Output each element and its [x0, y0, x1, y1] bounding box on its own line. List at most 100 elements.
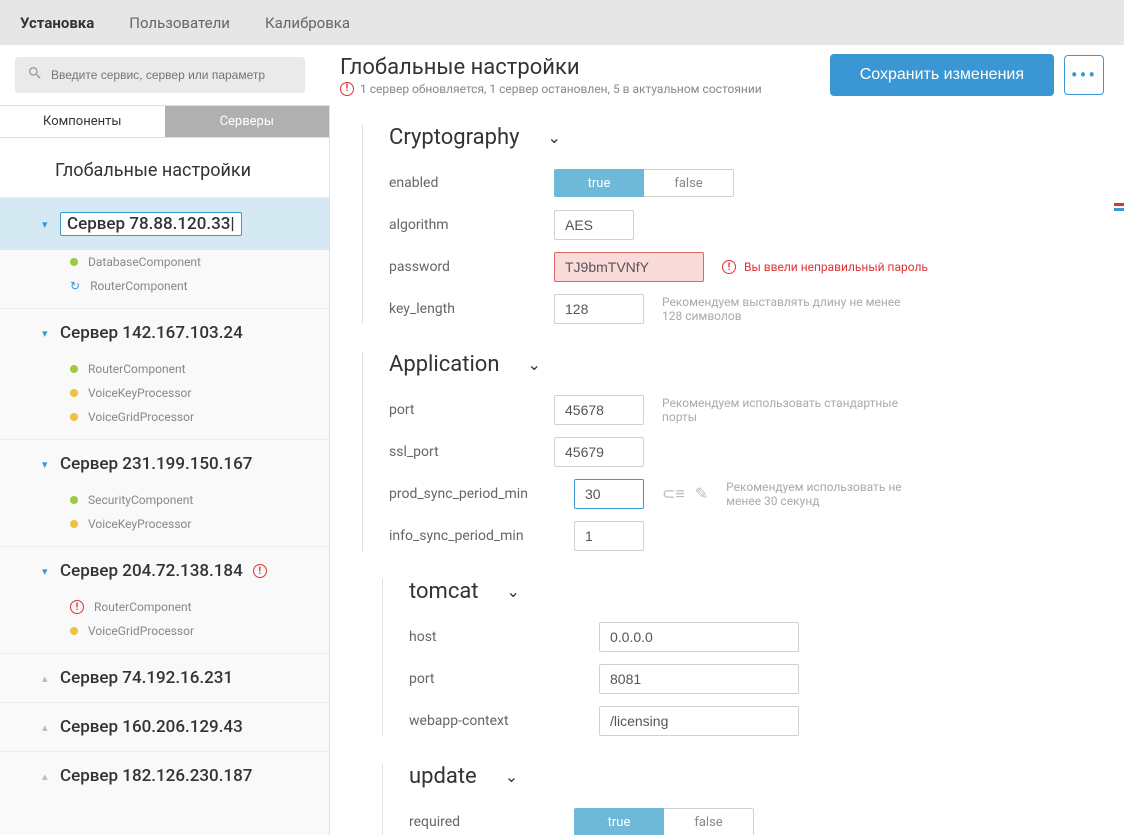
- server-item[interactable]: ▴ Сервер 160.206.129.43: [0, 703, 329, 751]
- status-text: 1 сервер обновляется, 1 сервер остановле…: [360, 82, 762, 96]
- reset-icon[interactable]: ⊂≡: [662, 484, 685, 504]
- label-enabled: enabled: [389, 175, 554, 191]
- save-button[interactable]: Сохранить изменения: [830, 54, 1054, 96]
- sync-icon: ↻: [70, 279, 80, 293]
- input-host[interactable]: [599, 622, 799, 652]
- sidebar-global-settings[interactable]: Глобальные настройки: [0, 138, 329, 197]
- component-name: RouterComponent: [90, 279, 188, 293]
- status-dot: [70, 627, 78, 635]
- component-name: VoiceKeyProcessor: [88, 386, 191, 400]
- label-ssl-port: ssl_port: [389, 444, 554, 460]
- alert-icon: !: [253, 564, 267, 578]
- section-cryptography: Cryptography ⌄ enabled true false algori…: [362, 125, 1114, 324]
- chevron-down-icon[interactable]: ⌄: [507, 582, 520, 601]
- section-tomcat: tomcat ⌄ host port webapp-context: [382, 579, 1114, 736]
- label-required: required: [409, 814, 574, 830]
- component-item[interactable]: RouterComponent: [70, 357, 329, 381]
- server-item[interactable]: ▾ Сервер 231.199.150.167: [0, 440, 329, 488]
- topnav-tab-install[interactable]: Установка: [20, 14, 94, 32]
- toggle-false[interactable]: false: [664, 808, 754, 835]
- component-item[interactable]: VoiceKeyProcessor: [70, 512, 329, 536]
- server-name: Сервер 231.199.150.167: [60, 454, 252, 474]
- input-ssl-port[interactable]: [554, 437, 644, 467]
- component-item[interactable]: VoiceGridProcessor: [70, 405, 329, 429]
- toggle-true[interactable]: true: [574, 808, 664, 835]
- subtab-components[interactable]: Компоненты: [0, 105, 165, 138]
- alert-icon: !: [340, 82, 354, 96]
- edit-icon[interactable]: ✎: [695, 484, 708, 504]
- chevron-down-icon[interactable]: ▾: [42, 565, 54, 578]
- chevron-down-icon[interactable]: ▾: [42, 458, 54, 471]
- accent-stripe: [1114, 203, 1124, 213]
- search-container: [15, 57, 305, 93]
- toggle-required[interactable]: true false: [574, 808, 754, 835]
- status-dot: [70, 413, 78, 421]
- chevron-up-icon[interactable]: ▴: [42, 672, 54, 685]
- key-length-hint: Рекомендуем выставлять длину не менее 12…: [662, 295, 902, 323]
- status-dot: [70, 365, 78, 373]
- chevron-up-icon[interactable]: ▴: [42, 721, 54, 734]
- chevron-down-icon[interactable]: ⌄: [505, 767, 518, 786]
- component-name: RouterComponent: [88, 362, 186, 376]
- input-port[interactable]: [554, 395, 644, 425]
- component-item[interactable]: DatabaseComponent: [70, 250, 329, 274]
- label-port: port: [389, 402, 554, 418]
- chevron-down-icon[interactable]: ⌄: [548, 128, 561, 147]
- component-item[interactable]: VoiceKeyProcessor: [70, 381, 329, 405]
- input-algorithm[interactable]: [554, 210, 634, 240]
- section-title-update: update: [409, 764, 477, 789]
- search-icon: [27, 65, 43, 85]
- label-prod-sync: prod_sync_period_min: [389, 486, 574, 502]
- server-name: Сервер 78.88.120.33|: [60, 212, 242, 236]
- toggle-enabled[interactable]: true false: [554, 169, 734, 197]
- status-dot: [70, 520, 78, 528]
- topnav-tab-users[interactable]: Пользователи: [129, 14, 230, 32]
- search-input[interactable]: [51, 68, 293, 82]
- component-item[interactable]: SecurityComponent: [70, 488, 329, 512]
- server-name: Сервер 204.72.138.184: [60, 561, 243, 581]
- section-update: update ⌄ required true false: [382, 764, 1114, 835]
- input-key-length[interactable]: [554, 294, 644, 324]
- component-name: RouterComponent: [94, 600, 192, 614]
- toggle-true[interactable]: true: [554, 169, 644, 197]
- server-name: Сервер 142.167.103.24: [60, 323, 243, 343]
- input-info-sync[interactable]: [574, 521, 644, 551]
- server-name: Сервер 74.192.16.231: [60, 668, 233, 688]
- server-item[interactable]: ▾ Сервер 204.72.138.184!: [0, 547, 329, 595]
- topnav-tab-calibration[interactable]: Калибровка: [265, 14, 350, 32]
- more-button[interactable]: •••: [1064, 55, 1104, 95]
- server-name: Сервер 160.206.129.43: [60, 717, 243, 737]
- input-tomcat-port[interactable]: [599, 664, 799, 694]
- component-name: VoiceGridProcessor: [88, 624, 194, 638]
- component-item[interactable]: ↻ RouterComponent: [70, 274, 329, 298]
- chevron-up-icon[interactable]: ▴: [42, 770, 54, 783]
- server-item[interactable]: ▾ Сервер 78.88.120.33|: [0, 198, 329, 250]
- port-hint: Рекомендуем использовать стандартные пор…: [662, 396, 902, 424]
- input-webapp-context[interactable]: [599, 706, 799, 736]
- subtab-servers[interactable]: Серверы: [165, 105, 330, 138]
- label-tomcat-port: port: [409, 671, 599, 687]
- component-item[interactable]: VoiceGridProcessor: [70, 619, 329, 643]
- component-name: VoiceGridProcessor: [88, 410, 194, 424]
- component-name: DatabaseComponent: [88, 255, 201, 269]
- chevron-down-icon[interactable]: ▾: [42, 327, 54, 340]
- main-header: Глобальные настройки ! 1 сервер обновляе…: [340, 55, 830, 96]
- server-item[interactable]: ▴ Сервер 182.126.230.187: [0, 752, 329, 800]
- toggle-false[interactable]: false: [644, 169, 734, 197]
- component-name: VoiceKeyProcessor: [88, 517, 191, 531]
- server-item[interactable]: ▾ Сервер 142.167.103.24: [0, 309, 329, 357]
- input-password[interactable]: [554, 252, 704, 282]
- server-item[interactable]: ▴ Сервер 74.192.16.231: [0, 654, 329, 702]
- label-info-sync: info_sync_period_min: [389, 528, 574, 544]
- chevron-down-icon[interactable]: ▾: [42, 218, 54, 231]
- sidebar: Компоненты Серверы Глобальные настройки …: [0, 105, 330, 835]
- component-item[interactable]: !RouterComponent: [70, 595, 329, 619]
- status-dot: [70, 496, 78, 504]
- input-prod-sync[interactable]: [574, 479, 644, 509]
- server-name: Сервер 182.126.230.187: [60, 766, 252, 786]
- chevron-down-icon[interactable]: ⌄: [527, 355, 540, 374]
- error-icon: !: [722, 260, 736, 274]
- label-password: password: [389, 259, 554, 275]
- top-nav: Установка Пользователи Калибровка: [0, 0, 1124, 45]
- section-application: Application ⌄ port Рекомендуем использов…: [362, 352, 1114, 551]
